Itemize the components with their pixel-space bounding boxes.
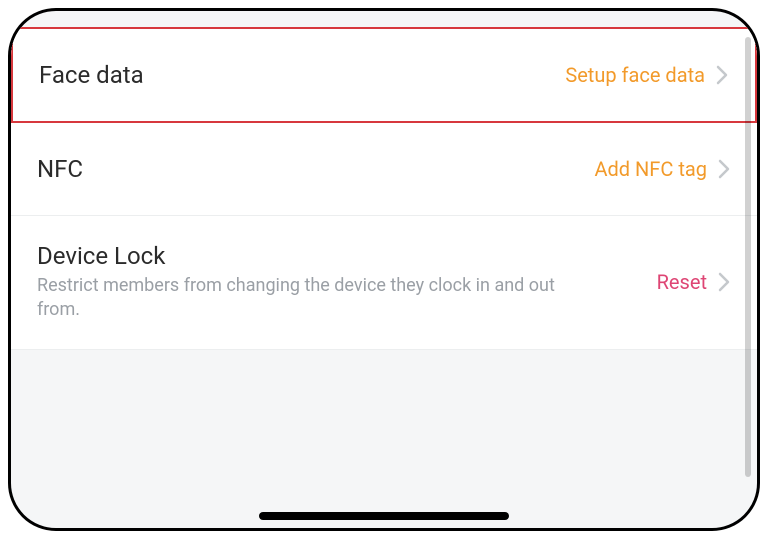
chevron-right-icon [717, 158, 731, 180]
nfc-title: NFC [37, 155, 578, 183]
row-nfc[interactable]: NFC Add NFC tag [11, 123, 757, 216]
chevron-right-icon [715, 64, 729, 86]
reset-action[interactable]: Reset [657, 270, 707, 294]
row-left: NFC [37, 155, 594, 183]
row-left: Device Lock Restrict members from changi… [37, 242, 657, 323]
row-left: Face data [39, 61, 565, 89]
settings-list: Face data Setup face data NFC Add NFC ta… [11, 27, 757, 350]
row-right: Setup face data [565, 63, 729, 87]
device-lock-subtitle: Restrict members from changing the devic… [37, 274, 557, 323]
add-nfc-tag-action[interactable]: Add NFC tag [594, 157, 707, 181]
device-lock-title: Device Lock [37, 242, 641, 270]
row-right: Add NFC tag [594, 157, 731, 181]
home-indicator[interactable] [259, 512, 509, 520]
setup-face-data-action[interactable]: Setup face data [565, 63, 705, 87]
row-face-data[interactable]: Face data Setup face data [11, 27, 757, 123]
row-right: Reset [657, 270, 731, 294]
device-frame: Face data Setup face data NFC Add NFC ta… [8, 8, 760, 531]
scrollbar[interactable] [745, 37, 751, 477]
settings-content: Face data Setup face data NFC Add NFC ta… [11, 11, 757, 528]
chevron-right-icon [717, 271, 731, 293]
row-device-lock[interactable]: Device Lock Restrict members from changi… [11, 216, 757, 350]
face-data-title: Face data [39, 61, 549, 89]
